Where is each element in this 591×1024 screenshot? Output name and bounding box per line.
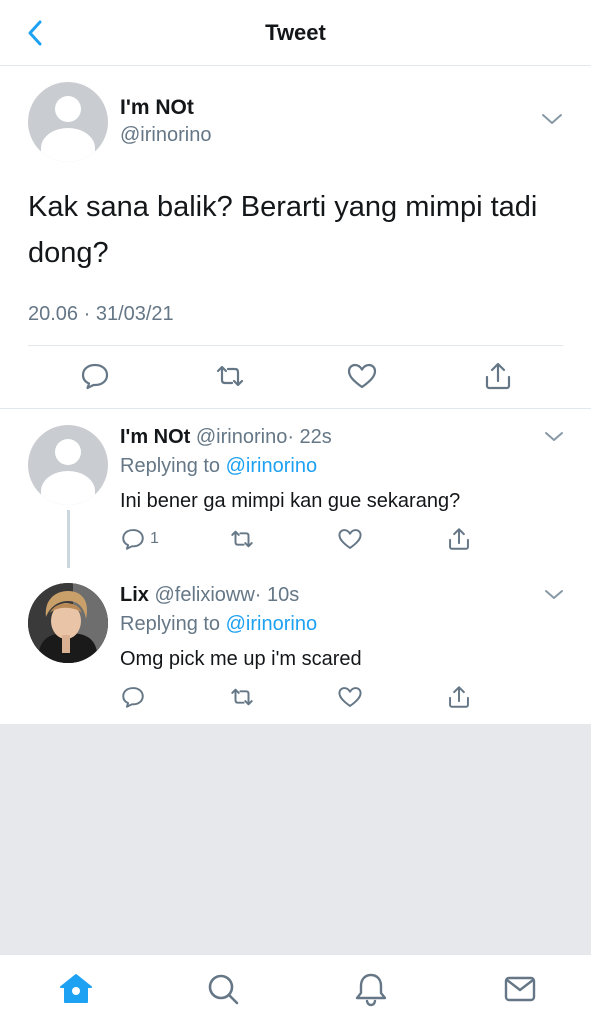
search-icon[interactable] <box>205 971 241 1007</box>
chevron-down-icon[interactable] <box>544 430 564 443</box>
reply-time: · 10s <box>254 584 300 606</box>
share-icon <box>449 686 469 708</box>
share-button[interactable] <box>446 684 472 710</box>
replying-prefix: Replying to <box>120 455 221 477</box>
divider <box>28 345 563 346</box>
reply-tweet[interactable]: I'm NOt @irinorino· 22s Replying to @iri… <box>0 410 591 572</box>
replying-to-link[interactable]: @irinorino <box>226 455 317 477</box>
page-title: Tweet <box>265 20 326 45</box>
tweet-text: Kak sana balik? Berarti yang mimpi tadi … <box>28 191 538 269</box>
author-handle[interactable]: @irinorino <box>196 426 287 448</box>
share-button[interactable] <box>446 526 472 552</box>
retweet-button[interactable] <box>229 526 255 552</box>
author-handle[interactable]: @irinorino <box>120 124 211 147</box>
reply-button[interactable]: 1 <box>120 526 159 552</box>
reply-header: Lix @felixioww· 10s <box>120 584 299 607</box>
reply-time: · 22s <box>287 426 332 448</box>
tweet-actions <box>0 360 591 396</box>
notifications-bell-icon[interactable] <box>353 971 389 1007</box>
replying-prefix: Replying to <box>120 613 221 635</box>
reply-icon <box>122 529 144 550</box>
avatar-head-shape <box>55 96 81 122</box>
like-heart-icon <box>338 687 362 707</box>
avatar[interactable] <box>28 82 108 162</box>
profile-photo <box>28 583 108 663</box>
reply-actions: 1 <box>0 526 591 554</box>
tweet-timestamp: 20.06 · 31/03/21 <box>28 303 174 325</box>
avatar-head-shape <box>55 439 81 465</box>
reply-header: I'm NOt @irinorino· 22s <box>120 426 332 449</box>
retweet-icon <box>231 688 253 706</box>
reply-icon[interactable] <box>79 360 111 392</box>
messages-envelope-icon[interactable] <box>502 971 538 1007</box>
reply-icon <box>122 687 144 708</box>
bottom-tab-bar <box>0 954 591 1024</box>
like-button[interactable] <box>337 684 363 710</box>
avatar[interactable] <box>28 425 108 505</box>
avatar[interactable] <box>28 583 108 663</box>
replying-to-link[interactable]: @irinorino <box>226 613 317 635</box>
retweet-icon[interactable] <box>214 360 246 392</box>
author-name[interactable]: I'm NOt <box>120 96 194 120</box>
avatar-body-shape <box>41 128 95 162</box>
empty-area <box>0 724 591 954</box>
reply-text: Ini bener ga mimpi kan gue sekarang? <box>120 490 461 512</box>
retweet-icon <box>231 530 253 548</box>
share-icon[interactable] <box>482 360 514 392</box>
like-button[interactable] <box>337 526 363 552</box>
top-bar: Tweet <box>0 0 591 66</box>
like-heart-icon <box>338 529 362 549</box>
chevron-down-icon[interactable] <box>541 112 563 126</box>
home-icon[interactable] <box>58 971 94 1007</box>
main-tweet: I'm NOt @irinorino Kak sana balik? Berar… <box>0 66 591 409</box>
chevron-down-icon[interactable] <box>544 588 564 601</box>
avatar-body-shape <box>41 471 95 505</box>
reply-tweet[interactable]: Lix @felixioww· 10s Replying to @irinori… <box>0 568 591 724</box>
like-heart-icon[interactable] <box>346 360 378 392</box>
reply-text: Omg pick me up i'm scared <box>120 648 362 670</box>
share-icon <box>449 528 469 550</box>
retweet-button[interactable] <box>229 684 255 710</box>
author-name[interactable]: Lix <box>120 584 149 606</box>
author-name[interactable]: I'm NOt <box>120 426 190 448</box>
reply-count: 1 <box>150 530 159 547</box>
replying-to: Replying to @irinorino <box>120 613 317 636</box>
reply-button[interactable] <box>120 684 150 710</box>
author-handle[interactable]: @felixioww <box>154 584 254 606</box>
reply-actions <box>0 684 591 712</box>
replying-to: Replying to @irinorino <box>120 455 317 478</box>
